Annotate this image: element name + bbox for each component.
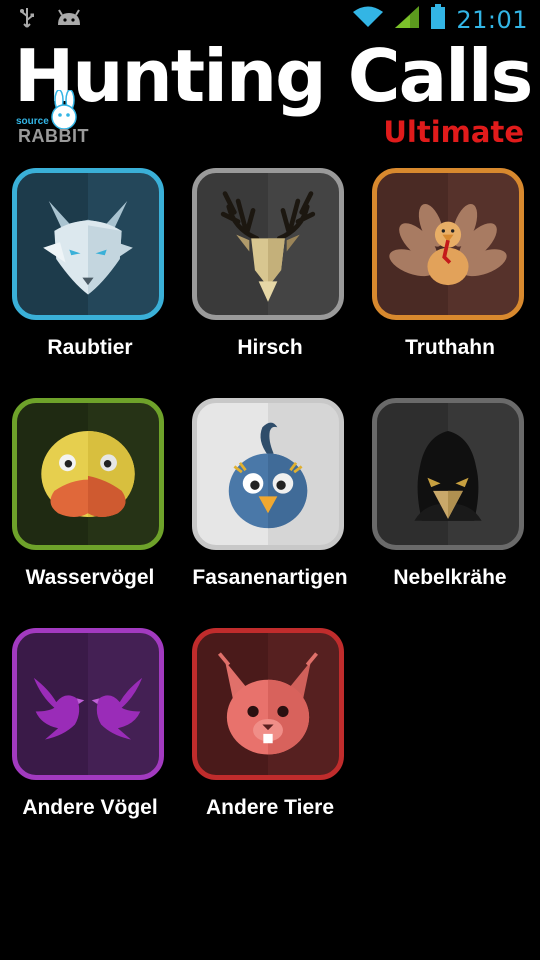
turkey-icon <box>389 203 507 286</box>
category-hirsch[interactable]: Hirsch <box>180 166 360 396</box>
category-tile[interactable] <box>372 398 524 550</box>
fox-icon <box>43 201 133 295</box>
squirrel-icon <box>217 652 319 755</box>
category-label: Andere Vögel <box>22 796 158 819</box>
category-tile[interactable] <box>192 168 344 320</box>
category-nebelkraehe[interactable]: Nebelkrähe <box>360 396 540 626</box>
category-raubtier[interactable]: Raubtier <box>0 166 180 396</box>
category-tile[interactable] <box>192 398 344 550</box>
duck-icon <box>41 431 135 517</box>
category-tile[interactable] <box>12 628 164 780</box>
category-tile[interactable] <box>372 168 524 320</box>
category-andere-tiere[interactable]: Andere Tiere <box>180 626 360 856</box>
doves-icon <box>33 677 143 740</box>
bird-icon <box>228 422 308 529</box>
category-wasservoegel[interactable]: Wasservögel <box>0 396 180 626</box>
app-title: Hunting Calls <box>14 34 533 118</box>
source-rabbit-logo: source RABBIT <box>16 90 89 148</box>
category-truthahn[interactable]: Truthahn <box>360 166 540 396</box>
category-label: Andere Tiere <box>206 796 334 819</box>
category-label: Hirsch <box>237 336 303 359</box>
category-label: Raubtier <box>47 336 133 359</box>
usb-icon <box>18 7 36 34</box>
deer-icon <box>220 191 316 302</box>
category-label: Nebelkrähe <box>393 566 507 589</box>
android-icon <box>56 9 82 32</box>
category-label: Wasservögel <box>25 566 155 589</box>
logo-rabbit-text: RABBIT <box>18 126 89 146</box>
category-tile[interactable] <box>192 628 344 780</box>
category-tile[interactable] <box>12 168 164 320</box>
status-bar: 21:01 <box>0 0 540 38</box>
signal-icon <box>394 5 420 34</box>
app-subtitle: Ultimate <box>383 115 524 149</box>
battery-icon <box>430 4 446 35</box>
crow-icon <box>414 431 482 521</box>
category-label: Fasanenartigen <box>192 566 348 589</box>
category-label: Truthahn <box>405 336 495 359</box>
category-tile[interactable] <box>12 398 164 550</box>
clock: 21:01 <box>456 5 528 34</box>
wifi-icon <box>352 5 384 34</box>
category-fasanenartigen[interactable]: Fasanenartigen <box>180 396 360 626</box>
category-andere-voegel[interactable]: Andere Vögel <box>0 626 180 856</box>
